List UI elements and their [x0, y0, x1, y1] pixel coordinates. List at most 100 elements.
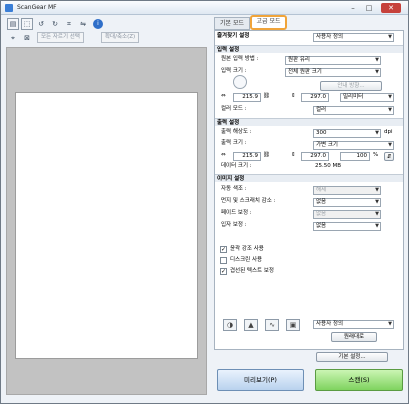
height-icon: ⇕	[291, 152, 296, 158]
source-label: 원본 입력 방법 :	[221, 56, 259, 62]
checkbox-label: 윤곽 강조 사용	[230, 246, 264, 252]
tone-curve-icon[interactable]: ∿	[265, 319, 279, 331]
percent-label: %	[373, 152, 379, 158]
source-select[interactable]: 원판 유리 ▼	[285, 56, 381, 65]
input-size-value: 전체 원판 크기	[288, 69, 322, 75]
brightness-icon[interactable]: ◑	[223, 319, 237, 331]
color-mode-select[interactable]: 컬러 ▼	[313, 106, 394, 115]
threshold-icon[interactable]: ▣	[286, 319, 300, 331]
tab-advanced-mode[interactable]: 고급 모드	[250, 15, 287, 30]
info-icon[interactable]: i	[93, 19, 103, 29]
crop-icon[interactable]: ⌗	[63, 18, 75, 30]
chevron-down-icon: ▼	[388, 142, 392, 148]
chevron-down-icon: ▼	[375, 187, 379, 193]
scale-field[interactable]: 100	[340, 152, 370, 161]
favorites-select[interactable]: 사용자 정의 ▼	[313, 33, 394, 42]
favorites-value: 사용자 정의	[316, 34, 344, 40]
lock-icon[interactable]: ⛓	[263, 151, 270, 160]
width-icon: ⇔	[221, 93, 226, 99]
color-mode-label: 컬러 모드 :	[221, 106, 247, 112]
tone-preset-select[interactable]: 사용자 정의 ▼	[313, 320, 394, 329]
input-size-select[interactable]: 전체 원판 크기 ▼	[285, 68, 381, 77]
histogram-icon[interactable]: ▲	[244, 319, 258, 331]
image-setting-label: 페이드 보정 :	[221, 210, 252, 216]
clear-icon[interactable]: ⊠	[21, 32, 33, 44]
mirror-icon[interactable]: ⇋	[77, 18, 89, 30]
reset-button[interactable]: 원래대로	[331, 332, 377, 342]
chevron-down-icon: ▼	[388, 107, 392, 113]
image-setting-label: 먼지 및 스크래치 감소 :	[221, 198, 276, 204]
checkbox[interactable]: ✓	[220, 246, 227, 253]
resolution-label: 출력 해상도 :	[221, 129, 252, 135]
rotate-left-icon[interactable]: ↺	[35, 18, 47, 30]
scangear-window: ScanGear MF – □ ✕ ▤ ⬚ ↺ ↻ ⌗ ⇋ i ⌖ ⊠ 모든 자…	[0, 0, 409, 404]
unit-select[interactable]: 밀리미터 ▼	[340, 93, 394, 102]
whole-image-icon[interactable]: ⬚	[21, 18, 33, 30]
chevron-down-icon: ▼	[375, 199, 379, 205]
data-size-label: 데이터 크기 :	[221, 163, 252, 169]
input-width-field[interactable]: 215.9	[233, 93, 261, 102]
image-settings-header: 이미지 설정	[215, 174, 403, 182]
output-size-select[interactable]: 가변 크기 ▼	[313, 141, 394, 150]
output-settings-header: 출력 설정	[215, 118, 403, 126]
guide-direction-button[interactable]: 안내 방향...	[320, 81, 382, 91]
checkbox-label: 겹선된 텍스트 보정	[230, 268, 274, 274]
tone-preset-value: 사용자 정의	[316, 321, 344, 327]
maximize-button[interactable]: □	[362, 3, 376, 13]
scan-button[interactable]: 스캔(S)	[315, 369, 403, 391]
rotate-right-icon[interactable]: ↻	[49, 18, 61, 30]
dpi-label: dpi	[384, 129, 393, 135]
preferences-button[interactable]: 기본 설정...	[316, 352, 388, 362]
close-button[interactable]: ✕	[381, 3, 401, 13]
chevron-down-icon: ▼	[375, 223, 379, 229]
preview-paper	[15, 92, 198, 359]
window-title: ScanGear MF	[17, 4, 57, 11]
chevron-down-icon: ▼	[375, 130, 379, 136]
image-setting-select[interactable]: 없음 ▼	[313, 222, 381, 231]
source-value: 원판 유리	[288, 57, 310, 63]
zoom-button[interactable]: 확대/축소(Z)	[101, 32, 140, 43]
width-icon: ⇔	[221, 152, 226, 158]
title-bar: ScanGear MF – □ ✕	[1, 1, 408, 15]
resolution-value: 300	[316, 130, 327, 136]
checkbox[interactable]: ✓	[220, 268, 227, 275]
tab-basic-mode[interactable]: 기본 모드	[214, 17, 250, 30]
unit-value: 밀리미터	[343, 94, 364, 100]
checkbox-label: 디스크린 사용	[230, 257, 263, 263]
chevron-down-icon: ▼	[375, 69, 379, 75]
output-size-value: 가변 크기	[316, 142, 338, 148]
lock-icon[interactable]: ⛓	[263, 92, 270, 101]
checkbox[interactable]	[220, 257, 227, 264]
image-setting-label: 입자 보정 :	[221, 222, 247, 228]
chevron-down-icon: ▼	[375, 57, 379, 63]
image-setting-value: 해제	[316, 187, 327, 193]
image-setting-select: 없음 ▼	[313, 210, 381, 219]
image-setting-value: 없음	[316, 223, 327, 229]
output-width-field[interactable]: 215.9	[233, 152, 261, 161]
clear-all-crop-button[interactable]: 모든 자르기 선택	[37, 32, 84, 43]
chevron-down-icon: ▼	[388, 94, 392, 100]
chevron-down-icon: ▼	[388, 321, 392, 327]
image-setting-label: 자동 색조 :	[221, 186, 247, 192]
swap-icon[interactable]: ⇵	[384, 152, 394, 161]
height-icon: ⇕	[291, 93, 296, 99]
output-size-label: 출력 크기 :	[221, 140, 247, 146]
input-settings-header: 입력 설정	[215, 45, 403, 53]
image-setting-select: 해제 ▼	[313, 186, 381, 195]
preview-area[interactable]	[6, 47, 207, 395]
image-setting-value: 없음	[316, 211, 327, 217]
color-mode-value: 컬러	[316, 107, 327, 113]
output-height-field[interactable]: 297.0	[301, 152, 329, 161]
minimize-button[interactable]: –	[346, 3, 360, 13]
chevron-down-icon: ▼	[375, 211, 379, 217]
image-setting-value: 없음	[316, 199, 327, 205]
auto-crop-icon[interactable]: ⌖	[7, 32, 19, 44]
input-height-field[interactable]: 297.0	[301, 93, 329, 102]
preview-button[interactable]: 미리보기(P)	[217, 369, 304, 391]
resolution-select[interactable]: 300 ▼	[313, 129, 381, 138]
image-setting-select[interactable]: 없음 ▼	[313, 198, 381, 207]
favorites-label: 즐겨찾기 설정	[217, 33, 250, 39]
thumbnail-view-icon[interactable]: ▤	[7, 18, 19, 30]
app-icon	[5, 4, 13, 12]
orientation-icon	[233, 75, 247, 89]
